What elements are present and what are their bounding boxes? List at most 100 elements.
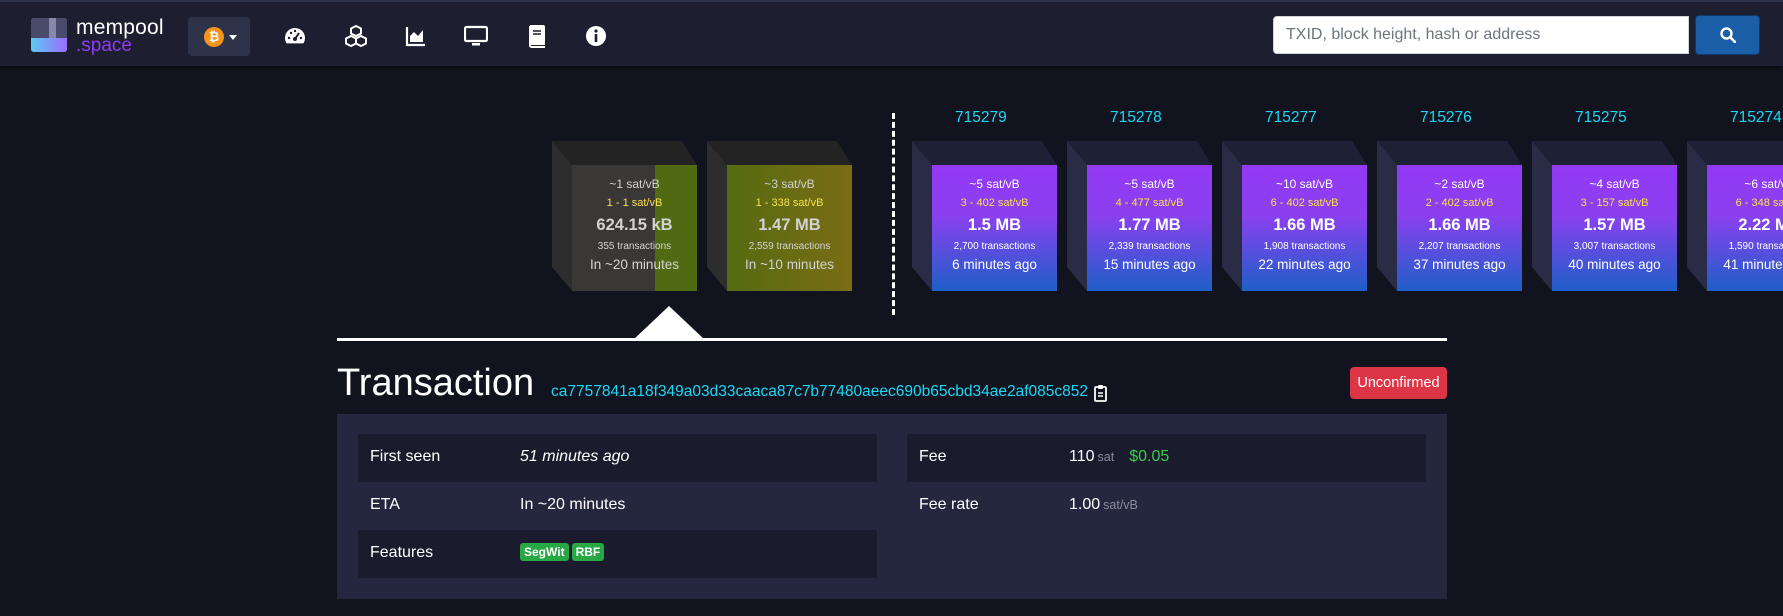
fee-rate-amount: 1.00 <box>1069 496 1101 513</box>
features-value: SegWit RBF <box>520 543 607 562</box>
block-median-fee: ~5 sat/vB <box>969 177 1020 191</box>
mined-block[interactable]: ~2 sat/vB 2 - 402 sat/vB 1.66 MB 2,207 t… <box>1377 141 1522 291</box>
copy-icon[interactable] <box>1093 384 1109 402</box>
mempool-block[interactable]: ~3 sat/vB 1 - 338 sat/vB 1.47 MB 2,559 t… <box>707 141 852 291</box>
block-tx-count: 2,207 transactions <box>1418 241 1501 252</box>
block-time: 41 minutes ago <box>1723 257 1783 272</box>
selected-block-pointer <box>633 306 705 340</box>
caret-down-icon <box>229 35 237 40</box>
logo-wordmark-space: .space <box>76 35 132 56</box>
fee-unit: sat <box>1097 450 1115 464</box>
block-tx-count: 355 transactions <box>597 241 672 252</box>
fee-fiat: $0.05 <box>1129 448 1170 465</box>
block-size: 1.77 MB <box>1118 216 1181 234</box>
block-time: 40 minutes ago <box>1568 257 1661 272</box>
block-eta: In ~20 minutes <box>590 257 679 272</box>
feature-badge-segwit: SegWit <box>520 543 569 561</box>
block-fee-range: 4 - 477 sat/vB <box>1115 197 1184 209</box>
block-size: 2.22 MB <box>1738 216 1783 234</box>
mined-block[interactable]: ~5 sat/vB 4 - 477 sat/vB 1.77 MB 2,339 t… <box>1067 141 1212 291</box>
block-time: 6 minutes ago <box>952 257 1037 272</box>
block-fee-range: 1 - 338 sat/vB <box>755 197 824 209</box>
block-size: 1.57 MB <box>1583 216 1646 234</box>
block-height-link[interactable]: 715279 <box>955 109 1007 127</box>
fee-rate-value: 1.00 sat/vB <box>1069 496 1138 514</box>
txid-link[interactable]: ca7757841a18f349a03d33caaca87c7b77480aee… <box>551 383 1088 401</box>
block-fee-range: 6 - 348 sat/vB <box>1735 197 1783 209</box>
block-median-fee: ~3 sat/vB <box>764 177 815 191</box>
block-median-fee: ~5 sat/vB <box>1124 177 1175 191</box>
status-badge: Unconfirmed <box>1350 367 1447 399</box>
block-median-fee: ~10 sat/vB <box>1275 177 1334 191</box>
block-eta: In ~10 minutes <box>745 257 834 272</box>
block-fee-range: 6 - 402 sat/vB <box>1270 197 1339 209</box>
block-tx-count: 2,339 transactions <box>1108 241 1191 252</box>
page-title: Transaction <box>337 362 535 404</box>
tv-icon[interactable] <box>464 24 488 48</box>
navbar: mempool .space ₿ <box>0 0 1783 66</box>
block-median-fee: ~2 sat/vB <box>1434 177 1485 191</box>
eta-row: ETA In ~20 minutes <box>358 482 877 530</box>
eta-value: In ~20 minutes <box>520 496 626 513</box>
block-tx-count: 2,700 transactions <box>953 241 1036 252</box>
logo-mark-icon <box>31 18 67 52</box>
network-selector-button[interactable]: ₿ <box>188 17 250 56</box>
first-seen-label: First seen <box>370 448 441 465</box>
mempool-logo[interactable]: mempool .space <box>31 16 181 56</box>
search-icon <box>1720 27 1736 43</box>
eta-label: ETA <box>370 496 400 513</box>
block-height-link[interactable]: 715277 <box>1265 109 1317 127</box>
docs-icon[interactable] <box>525 24 549 48</box>
fee-amount: 110 <box>1069 448 1095 465</box>
block-fee-range: 3 - 157 sat/vB <box>1580 197 1649 209</box>
search-input[interactable] <box>1273 16 1689 54</box>
about-icon[interactable] <box>584 24 608 48</box>
feature-badge-rbf: RBF <box>571 543 605 561</box>
graphs-icon[interactable] <box>404 24 428 48</box>
features-label: Features <box>370 544 434 561</box>
features-row: Features SegWit RBF <box>358 530 877 578</box>
mined-block[interactable]: ~4 sat/vB 3 - 157 sat/vB 1.57 MB 3,007 t… <box>1532 141 1677 291</box>
block-time: 15 minutes ago <box>1103 257 1196 272</box>
block-height-link[interactable]: 715276 <box>1420 109 1472 127</box>
mined-block[interactable]: ~6 sat/vB 6 - 348 sat/vB 2.22 MB 1,590 t… <box>1687 141 1783 291</box>
block-size: 1.66 MB <box>1428 216 1491 234</box>
block-fee-range: 1 - 1 sat/vB <box>606 197 663 209</box>
block-height-link[interactable]: 715274 <box>1730 109 1782 127</box>
block-median-fee: ~1 sat/vB <box>609 177 660 191</box>
fee-row: Fee 110 sat $0.05 <box>907 434 1426 482</box>
block-height-link[interactable]: 715275 <box>1575 109 1627 127</box>
block-time: 22 minutes ago <box>1258 257 1351 272</box>
first-seen-value: 51 minutes ago <box>520 448 630 465</box>
block-median-fee: ~6 sat/vB <box>1744 177 1783 191</box>
block-tx-count: 2,559 transactions <box>748 241 831 252</box>
block-size: 1.5 MB <box>967 216 1022 234</box>
mined-block[interactable]: ~10 sat/vB 6 - 402 sat/vB 1.66 MB 1,908 … <box>1222 141 1367 291</box>
bitcoin-icon: ₿ <box>204 27 224 47</box>
transaction-details: First seen 51 minutes ago ETA In ~20 min… <box>337 414 1447 599</box>
block-fee-range: 2 - 402 sat/vB <box>1425 197 1494 209</box>
dashboard-icon[interactable] <box>283 24 307 48</box>
block-tx-count: 3,007 transactions <box>1573 241 1656 252</box>
block-height-link[interactable]: 715278 <box>1110 109 1162 127</box>
fee-rate-row: Fee rate 1.00 sat/vB <box>907 482 1426 530</box>
block-median-fee: ~4 sat/vB <box>1589 177 1640 191</box>
block-fee-range: 3 - 402 sat/vB <box>960 197 1029 209</box>
blockchain-underline <box>337 338 1447 341</box>
fee-value: 110 sat $0.05 <box>1069 448 1169 466</box>
fee-rate-label: Fee rate <box>919 496 979 513</box>
mempool-blockchain-divider <box>892 113 895 315</box>
block-size: 1.47 MB <box>758 216 821 234</box>
fee-rate-unit: sat/vB <box>1103 498 1138 512</box>
search-button[interactable] <box>1695 15 1760 55</box>
fee-label: Fee <box>919 448 947 465</box>
block-tx-count: 1,590 transactions <box>1728 241 1783 252</box>
block-tx-count: 1,908 transactions <box>1263 241 1346 252</box>
first-seen-row: First seen 51 minutes ago <box>358 434 877 482</box>
mined-block[interactable]: ~5 sat/vB 3 - 402 sat/vB 1.5 MB 2,700 tr… <box>912 141 1057 291</box>
block-time: 37 minutes ago <box>1413 257 1506 272</box>
block-size: 624.15 kB <box>596 216 673 234</box>
blocks-icon[interactable] <box>344 24 368 48</box>
block-size: 1.66 MB <box>1273 216 1336 234</box>
mempool-block[interactable]: ~1 sat/vB 1 - 1 sat/vB 624.15 kB 355 tra… <box>552 141 697 291</box>
